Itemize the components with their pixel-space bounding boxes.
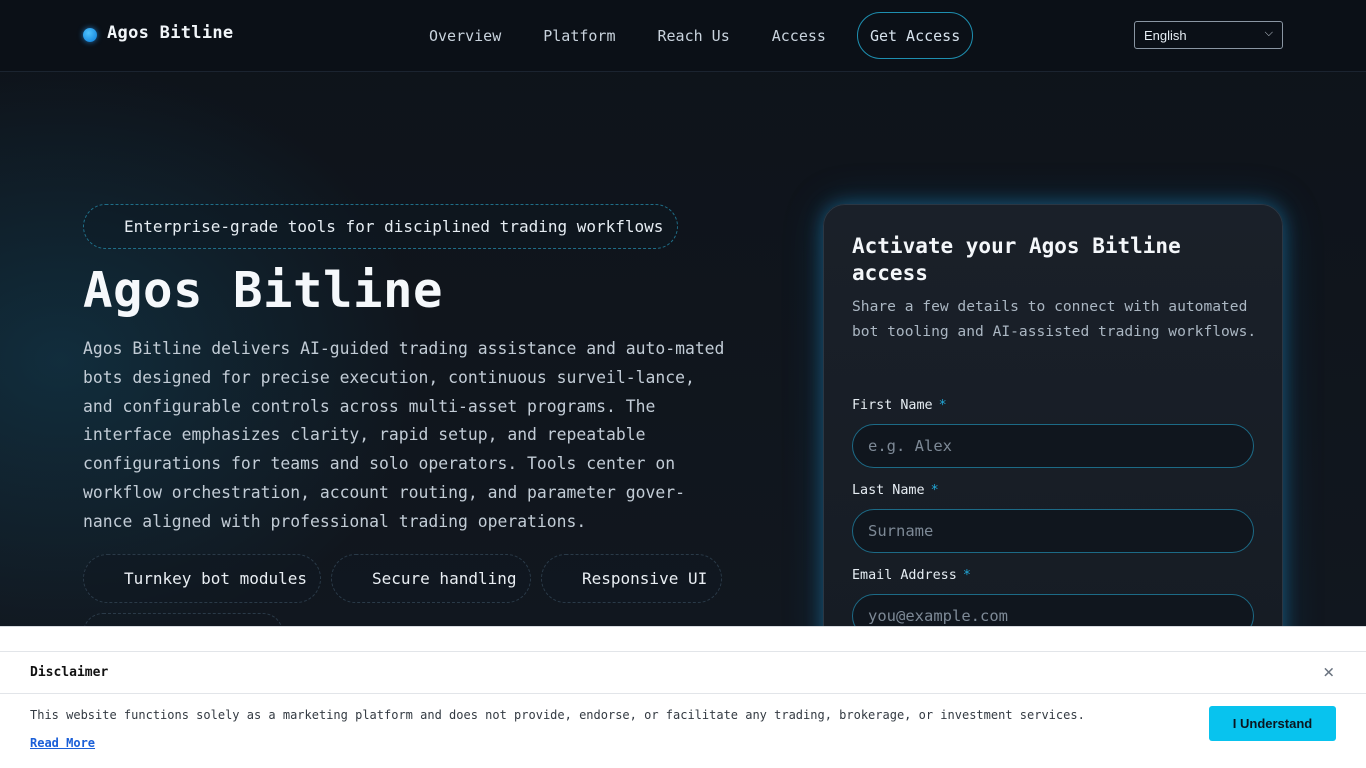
hero-description: Agos Bitline delivers AI-guided trading … <box>83 339 725 531</box>
signup-form-card: Activate your Agos Bitline access Share … <box>823 204 1283 664</box>
brand-dot-icon <box>83 27 97 42</box>
site-header: Agos Bitline Overview Platform Reach Us … <box>0 0 1366 72</box>
main-nav: Overview Platform Reach Us Access Get Ac… <box>408 12 974 59</box>
nav-reach-us[interactable]: Reach Us <box>637 13 751 59</box>
nav-platform[interactable]: Platform <box>522 13 636 59</box>
form-subtitle: Share a few details to connect with auto… <box>852 298 1257 340</box>
hero-title: Agos Bitline <box>83 262 444 319</box>
first-name-label: First Name * <box>852 398 947 413</box>
language-select[interactable]: English ⌵ <box>1134 21 1283 49</box>
language-value: English <box>1144 27 1187 43</box>
last-name-label: Last Name * <box>852 483 939 498</box>
landing-page: Agos Bitline Overview Platform Reach Us … <box>0 0 1366 768</box>
form-title: Activate your Agos Bitline access <box>852 234 1181 285</box>
close-icon[interactable]: × <box>1323 661 1334 683</box>
i-understand-button[interactable]: I Understand <box>1209 706 1336 741</box>
brand-name: Agos Bitline <box>107 23 234 43</box>
feature-chip: Turnkey bot modules <box>83 554 321 603</box>
disclaimer-banner: Disclaimer × This website functions sole… <box>0 626 1366 768</box>
feature-chip: Responsive UI <box>541 554 722 603</box>
required-marker: * <box>938 398 947 413</box>
last-name-input[interactable]: Surname <box>852 509 1254 553</box>
disclaimer-header: Disclaimer × <box>0 651 1366 694</box>
hero-badge: Enterprise-grade tools for disciplined t… <box>83 204 679 249</box>
first-name-input[interactable]: e.g. Alex <box>852 424 1254 468</box>
get-access-button[interactable]: Get Access <box>856 12 974 59</box>
chevron-down-icon: ⌵ <box>1264 27 1273 39</box>
disclaimer-text: This website functions solely as a marke… <box>30 708 1085 722</box>
nav-overview[interactable]: Overview <box>408 13 522 59</box>
disclaimer-title: Disclaimer <box>30 665 109 680</box>
email-label: Email Address * <box>852 568 971 583</box>
brand-logo[interactable]: Agos Bitline <box>83 23 233 43</box>
feature-chip: Secure handling <box>331 554 531 603</box>
read-more-link[interactable]: Read More <box>30 736 95 750</box>
required-marker: * <box>930 483 939 498</box>
required-marker: * <box>962 568 971 583</box>
nav-access[interactable]: Access <box>751 13 847 59</box>
